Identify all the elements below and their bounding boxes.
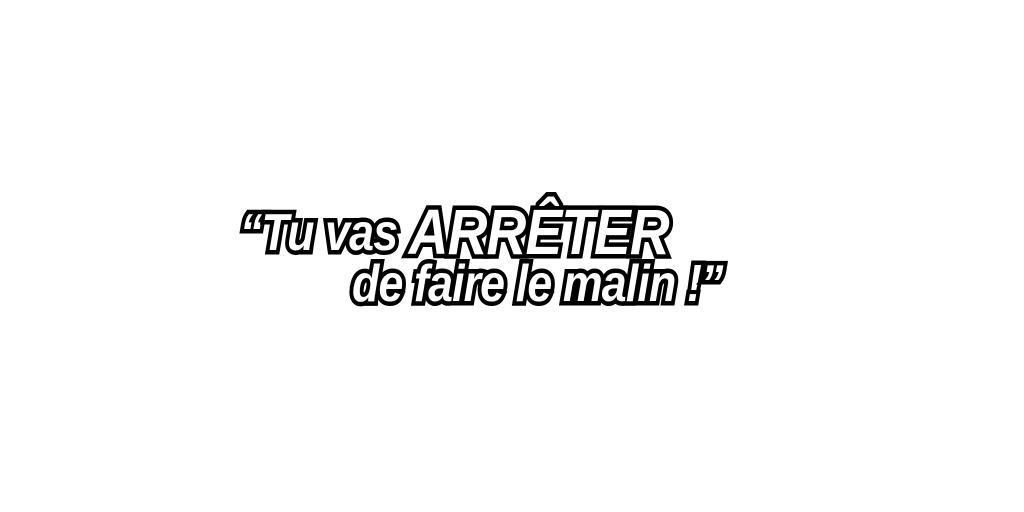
quote-caption: “Tu vas ARRÊTER de faire le malin !” [0,0,1024,512]
quote-line-1: “Tu vas ARRÊTER [236,196,673,269]
close-quote-mark: ” [697,254,727,315]
quote-line-2-text: de faire le malin ! [348,254,706,315]
quote-line-1-text: Tu vas [258,203,409,264]
quote-line-2: de faire le malin !” [348,254,727,315]
open-quote-mark: “ [236,203,266,264]
